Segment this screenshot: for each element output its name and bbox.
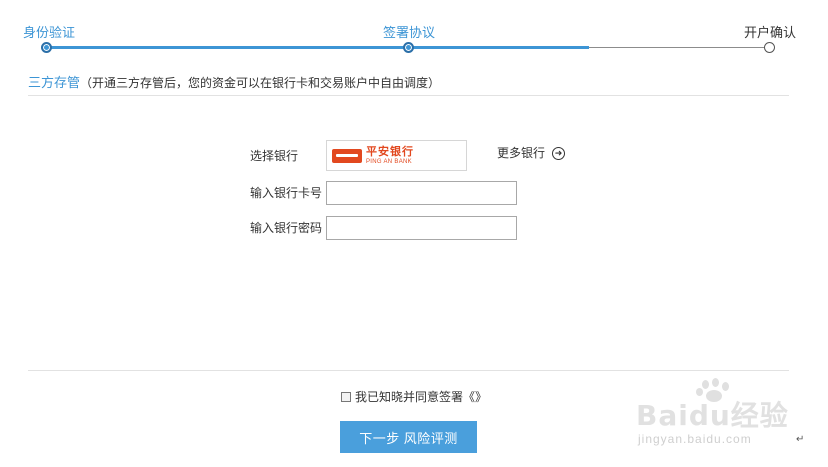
agreement-link[interactable]: 《》 — [463, 388, 487, 405]
section-title: 三方存管 — [28, 75, 81, 90]
section-header: 三方存管（开通三方存管后，您的资金可以在银行卡和交易账户中自由调度） — [28, 75, 440, 91]
watermark-url: jingyan.baidu.com — [638, 432, 752, 446]
baidu-jingyan-watermark: Baidu经验 jingyan.baidu.com — [636, 378, 789, 456]
bank-name-cn: 平安银行 — [366, 145, 414, 158]
agreement-text: 我已知晓并同意签署 — [355, 390, 464, 404]
more-banks-label: 更多银行 — [497, 146, 546, 160]
bank-name-en: PING AN BANK — [366, 158, 412, 165]
bank-badge-icon — [332, 148, 362, 163]
more-banks-link[interactable]: 更多银行 ➜ — [497, 146, 566, 160]
progress-track-complete — [46, 46, 589, 49]
bank-password-input[interactable] — [326, 216, 517, 240]
pingan-bank-logo: 平安银行 PING AN BANK — [332, 146, 444, 165]
step-confirm-label: 开户确认 — [744, 25, 797, 40]
step-confirm-dot — [764, 42, 775, 53]
section-note: （开通三方存管后，您的资金可以在银行卡和交易账户中自由调度） — [80, 76, 441, 90]
bank-password-label: 输入银行密码 — [250, 221, 323, 235]
paragraph-return-icon: ↵ — [796, 434, 805, 445]
progress-track-remaining — [589, 47, 770, 48]
watermark-brand: Baidu经验 — [636, 399, 789, 432]
step-agreement-label: 签署协议 — [383, 25, 436, 40]
agreement-row: 我已知晓并同意签署 《》 — [341, 388, 487, 405]
bank-selector[interactable]: 平安银行 PING AN BANK — [326, 140, 467, 171]
card-number-label: 输入银行卡号 — [250, 186, 323, 200]
step-identity-dot — [41, 42, 52, 53]
section-divider — [28, 95, 789, 96]
next-risk-assessment-button[interactable]: 下一步 风险评测 — [340, 421, 477, 453]
card-number-input[interactable] — [326, 181, 517, 205]
arrow-right-circle-icon: ➜ — [552, 146, 566, 160]
agreement-checkbox[interactable] — [341, 391, 351, 402]
footer-divider — [28, 370, 789, 371]
step-identity-label: 身份验证 — [23, 25, 76, 40]
bank-select-label: 选择银行 — [250, 149, 299, 163]
step-agreement-dot — [403, 42, 414, 53]
